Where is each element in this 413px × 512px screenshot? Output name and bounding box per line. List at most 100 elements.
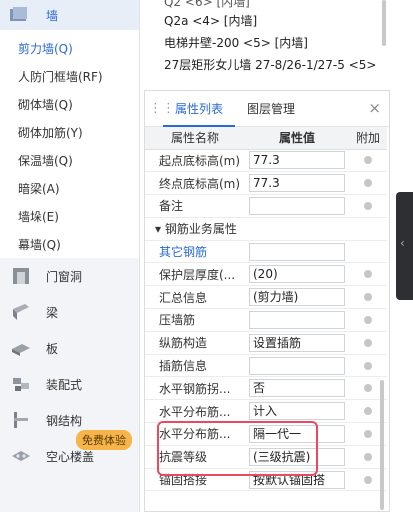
property-name: 水平分布筋... bbox=[145, 422, 245, 446]
property-extra-cell bbox=[349, 240, 387, 264]
sub-wall-pier[interactable]: 墙垛(E) bbox=[0, 202, 139, 230]
panel-scrollbar[interactable] bbox=[380, 380, 384, 510]
property-value-cell bbox=[245, 308, 349, 332]
list-item[interactable]: 27层矩形女儿墙 27-8/26-1/27-5 <5> bbox=[150, 54, 386, 76]
property-value-cell: 77.3 bbox=[245, 149, 349, 173]
beam-icon bbox=[13, 304, 29, 320]
collapse-arrow-icon[interactable]: ▾ bbox=[155, 222, 165, 236]
attach-radio[interactable] bbox=[364, 475, 372, 484]
hollow-floor-icon bbox=[12, 451, 30, 461]
property-row[interactable]: 其它钢筋 bbox=[145, 240, 387, 264]
cat-slab[interactable]: 板 bbox=[0, 330, 139, 366]
property-row[interactable]: 纵筋构造 设置插筋 bbox=[145, 331, 387, 355]
property-name: 水平钢筋拐... bbox=[145, 376, 245, 401]
property-value-input[interactable]: 计入 bbox=[249, 402, 345, 421]
property-value-input[interactable] bbox=[249, 196, 345, 215]
attach-radio[interactable] bbox=[364, 338, 372, 347]
property-row[interactable]: 水平分布筋... 隔一代一 bbox=[145, 422, 387, 446]
property-value-input[interactable]: 设置插筋 bbox=[249, 333, 345, 352]
property-table: 属性名称 属性值 附加 起点底标高(m) 77.3 终点底标高(m) 77.3 备注 ▾ … bbox=[145, 127, 387, 492]
property-row[interactable]: ▾ 钢筋业务属性 bbox=[145, 217, 387, 241]
attach-radio[interactable] bbox=[364, 293, 372, 302]
property-extra-cell bbox=[349, 149, 387, 173]
property-name: 插筋信息 bbox=[145, 354, 245, 378]
free-trial-badge[interactable]: 免费体验 bbox=[76, 430, 132, 450]
property-row[interactable]: 压墙筋 bbox=[145, 308, 387, 332]
tab-layer-management[interactable]: 图层管理 bbox=[235, 91, 307, 127]
attach-radio[interactable] bbox=[364, 429, 372, 438]
close-icon[interactable]: × bbox=[368, 99, 381, 117]
attach-radio[interactable] bbox=[364, 452, 372, 461]
property-value-input[interactable]: (20) bbox=[249, 265, 345, 284]
property-value-cell: (20) bbox=[245, 262, 349, 287]
list-item[interactable]: Q2 <6> [内墙] bbox=[150, 0, 386, 10]
property-name: 终点底标高(m) bbox=[145, 171, 245, 196]
tab-property-list[interactable]: 属性列表 bbox=[163, 91, 236, 127]
property-value-input[interactable]: (剪力墙) bbox=[249, 288, 345, 307]
property-row[interactable]: 起点底标高(m) 77.3 bbox=[145, 149, 387, 173]
attach-radio[interactable] bbox=[364, 384, 372, 393]
drag-handle-icon[interactable]: ⋮⋮ bbox=[149, 101, 175, 116]
property-row[interactable]: 终点底标高(m) 77.3 bbox=[145, 171, 387, 196]
property-value-input[interactable] bbox=[249, 242, 345, 261]
attach-radio[interactable] bbox=[364, 156, 372, 165]
sub-hidden-beam[interactable]: 暗梁(A) bbox=[0, 174, 139, 202]
nav-header-wall[interactable]: 墙 bbox=[0, 0, 139, 30]
sub-insulation-wall[interactable]: 保温墙(Q) bbox=[0, 146, 139, 174]
nav-header-label: 墙 bbox=[46, 8, 59, 23]
cat-label: 门窗洞 bbox=[46, 269, 83, 284]
property-extra-cell bbox=[349, 331, 387, 355]
property-value-input[interactable]: (三级抗震) bbox=[249, 447, 345, 466]
group-header[interactable]: ▾ 钢筋业务属性 bbox=[145, 217, 387, 241]
property-value-input[interactable]: 按默认锚固搭 bbox=[249, 470, 345, 489]
property-value-input[interactable]: 77.3 bbox=[249, 151, 345, 170]
property-name: 纵筋构造 bbox=[145, 331, 245, 355]
cat-beam[interactable]: 梁 bbox=[0, 294, 139, 330]
property-row[interactable]: 锚固搭接 按默认锚固搭 bbox=[145, 468, 387, 492]
property-row[interactable]: 水平分布筋... 计入 bbox=[145, 399, 387, 424]
property-row[interactable]: 插筋信息 bbox=[145, 354, 387, 378]
property-row[interactable]: 汇总信息 (剪力墙) bbox=[145, 285, 387, 310]
property-value-input[interactable] bbox=[249, 310, 345, 329]
cat-label: 空心楼盖 bbox=[46, 449, 95, 464]
steel-structure-icon bbox=[14, 412, 28, 428]
property-name: 起点底标高(m) bbox=[145, 149, 245, 173]
property-panel: ⋮⋮ 属性列表 图层管理 × 属性名称 属性值 附加 起点底标高(m) 77.3 终… bbox=[144, 90, 390, 512]
property-value-input[interactable]: 77.3 bbox=[249, 174, 345, 193]
property-value-input[interactable]: 隔一代一 bbox=[249, 424, 345, 443]
list-item[interactable]: 电梯井壁-200 <5> [内墙] bbox=[150, 32, 386, 54]
header-value: 属性值 bbox=[245, 127, 349, 150]
property-row[interactable]: 水平钢筋拐... 否 bbox=[145, 376, 387, 401]
property-name: 备注 bbox=[145, 194, 245, 218]
cat-prefab[interactable]: 装配式 bbox=[0, 366, 139, 402]
sub-masonry-rebar[interactable]: 砌体加筋(Y) bbox=[0, 118, 139, 146]
attach-radio[interactable] bbox=[364, 407, 372, 416]
panel-tabs: ⋮⋮ 属性列表 图层管理 × bbox=[145, 91, 389, 127]
sub-civil-defense-door-wall[interactable]: 人防门框墙(RF) bbox=[0, 62, 139, 90]
attach-radio[interactable] bbox=[364, 315, 372, 324]
property-value-cell: (三级抗震) bbox=[245, 445, 349, 469]
property-row[interactable]: 抗震等级 (三级抗震) bbox=[145, 445, 387, 469]
sub-curtain-wall[interactable]: 幕墙(Q) bbox=[0, 230, 139, 258]
attach-radio[interactable] bbox=[364, 270, 372, 279]
attach-radio[interactable] bbox=[364, 201, 372, 210]
attach-radio[interactable] bbox=[364, 179, 372, 188]
cat-door-window[interactable]: 门窗洞 bbox=[0, 258, 139, 294]
property-value-input[interactable] bbox=[249, 356, 345, 375]
header-extra: 附加 bbox=[349, 127, 387, 150]
list-scrollbar[interactable] bbox=[382, 0, 386, 46]
property-row[interactable]: 保护层厚度(... (20) bbox=[145, 262, 387, 287]
property-row[interactable]: 备注 bbox=[145, 194, 387, 218]
list-item[interactable]: Q2a <4> [内墙] bbox=[150, 10, 386, 32]
property-extra-cell bbox=[349, 308, 387, 332]
header-name: 属性名称 bbox=[145, 127, 245, 150]
sub-shear-wall[interactable]: 剪力墙(Q) bbox=[0, 34, 139, 62]
property-name: 保护层厚度(... bbox=[145, 262, 245, 287]
attach-radio[interactable] bbox=[364, 361, 372, 370]
property-extra-cell bbox=[349, 171, 387, 196]
sub-masonry-wall[interactable]: 砌体墙(Q) bbox=[0, 90, 139, 118]
property-name: 汇总信息 bbox=[145, 285, 245, 310]
property-value-cell: (剪力墙) bbox=[245, 285, 349, 310]
collapse-sidebar-tab[interactable]: ‹ bbox=[396, 192, 413, 300]
property-value-input[interactable]: 否 bbox=[249, 379, 345, 398]
